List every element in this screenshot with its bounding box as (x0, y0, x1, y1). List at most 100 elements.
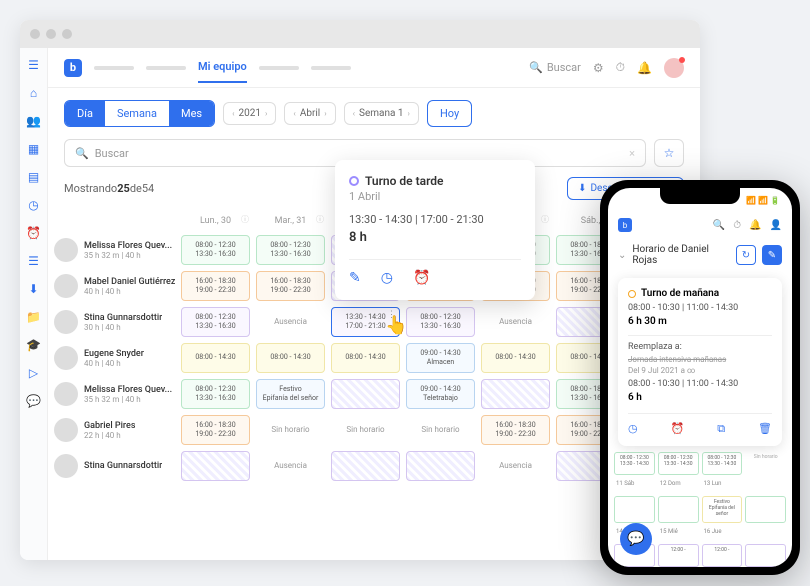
tab-placeholder[interactable] (259, 66, 299, 70)
shift-block[interactable]: 16:00 - 18:3019:00 - 22:30 (481, 415, 550, 445)
view-day[interactable]: Día (65, 101, 105, 126)
shift-block[interactable]: 08:00 - 12:3013:30 - 16:30 (406, 307, 475, 337)
grid-icon[interactable]: ▤ (27, 170, 41, 184)
phone-shift[interactable]: Sin horario (745, 452, 786, 475)
employee-cell[interactable]: Melissa Flores Quev... 35 h 32 m | 40 h (48, 376, 178, 412)
phone-shift[interactable] (614, 496, 655, 523)
clear-icon[interactable]: × (629, 147, 635, 160)
tab-placeholder[interactable] (146, 66, 186, 70)
week-nav[interactable]: ‹Semana 1› (344, 102, 419, 125)
view-week[interactable]: Semana (105, 101, 169, 126)
info-icon[interactable]: ⓘ (316, 214, 324, 225)
edit-button[interactable]: ✎ (762, 245, 782, 265)
phone-shift[interactable]: 08:00 - 12:3013:30 - 14:30 (702, 452, 743, 475)
employee-cell[interactable]: Stina Gunnarsdottir 30 h | 40 h (48, 304, 178, 340)
stopwatch-icon[interactable]: ⏱ (733, 220, 741, 231)
alarm-icon[interactable]: ⏰ (27, 226, 41, 240)
tab-my-team[interactable]: Mi equipo (198, 60, 247, 83)
phone-shift[interactable] (745, 496, 786, 523)
shift-block[interactable]: 08:00 - 14:30 (181, 343, 250, 373)
shift-block[interactable]: 08:00 - 12:3013:30 - 16:30 (181, 307, 250, 337)
clock-icon[interactable]: ◷ (628, 422, 638, 436)
calendar-icon[interactable]: ▦ (27, 142, 41, 156)
clock-icon[interactable]: ◷ (381, 270, 393, 286)
play-icon[interactable]: ▷ (27, 366, 41, 380)
chat-fab[interactable]: 💬 (620, 523, 652, 555)
view-month[interactable]: Mes (169, 101, 214, 126)
shift-block[interactable] (181, 451, 250, 481)
phone-shift[interactable]: FestivoEpifanía del señor (702, 496, 743, 523)
shift-block[interactable]: Ausencia (256, 451, 325, 481)
year-nav[interactable]: ‹2021› (223, 102, 276, 125)
shift-block[interactable]: Sin horario (256, 415, 325, 445)
education-icon[interactable]: 🎓 (27, 338, 41, 352)
chat-icon[interactable]: 💬 (27, 394, 41, 408)
gear-icon[interactable]: ⚙ (593, 61, 604, 75)
shift-block[interactable]: 08:00 - 14:30 (256, 343, 325, 373)
shift-block[interactable]: Ausencia (481, 451, 550, 481)
stopwatch-icon[interactable]: ⏱ (616, 60, 625, 75)
shift-block[interactable]: 16:00 - 18:3019:00 - 22:30 (181, 415, 250, 445)
employee-cell[interactable]: Mabel Daniel Gutiérrez 40 h | 40 h (48, 268, 178, 304)
global-search[interactable]: 🔍 Buscar (529, 61, 581, 74)
tab-placeholder[interactable] (311, 66, 351, 70)
search-icon[interactable]: 🔍 (713, 220, 725, 231)
menu-icon[interactable]: ☰ (27, 58, 41, 72)
team-icon[interactable]: 👥 (27, 114, 41, 128)
shift-block[interactable]: 08:00 - 12:3013:30 - 16:30 (181, 379, 250, 409)
folder-icon[interactable]: 📁 (27, 310, 41, 324)
sync-button[interactable]: ↻ (736, 245, 756, 265)
chevron-down-icon[interactable]: ⌄ (618, 250, 626, 261)
copy-icon[interactable]: ⧉ (717, 422, 725, 436)
info-icon[interactable]: ⓘ (541, 214, 549, 225)
phone-shift[interactable] (658, 496, 699, 523)
user-avatar[interactable] (664, 58, 684, 78)
shift-block[interactable]: Sin horario (331, 415, 400, 445)
trash-icon[interactable]: 🗑 (758, 422, 772, 436)
shift-block[interactable]: 08:00 - 12:3013:30 - 16:30 (181, 235, 250, 265)
shift-block[interactable]: Ausencia (256, 307, 325, 337)
employee-cell[interactable]: Gabriel Pires 22 h | 40 h (48, 412, 178, 448)
employee-cell[interactable]: Melissa Flores Quev... 35 h 32 m | 40 h (48, 232, 178, 268)
info-icon[interactable]: ⓘ (241, 214, 249, 225)
tab-placeholder[interactable] (94, 66, 134, 70)
today-button[interactable]: Hoy (427, 100, 472, 127)
shift-block[interactable]: 08:00 - 14:30 (481, 343, 550, 373)
favorite-button[interactable]: ☆ (654, 139, 684, 167)
clock-icon[interactable]: ◷ (27, 198, 41, 212)
shift-block[interactable]: 16:00 - 18:3019:00 - 22:30 (181, 271, 250, 301)
shift-block[interactable] (331, 451, 400, 481)
phone-shift[interactable] (745, 544, 786, 567)
month-nav[interactable]: ‹Abril› (284, 102, 335, 125)
shift-block[interactable]: 08:00 - 12:3013:30 - 16:30 (256, 235, 325, 265)
shift-block[interactable]: FestivoEpifanía del señor (256, 379, 325, 409)
alarm-icon[interactable]: ⏰ (413, 270, 430, 286)
alarm-icon[interactable]: ⏰ (671, 422, 685, 436)
chrome-close[interactable] (30, 29, 40, 39)
shift-block[interactable] (406, 451, 475, 481)
phone-shift[interactable]: 12:00 - (658, 544, 699, 567)
shift-block[interactable]: 08:00 - 14:30 (331, 343, 400, 373)
shift-block[interactable]: 09:00 - 14:30Teletrabajo (406, 379, 475, 409)
shift-block[interactable]: 16:00 - 18:3019:00 - 22:30 (256, 271, 325, 301)
app-logo[interactable]: b (64, 59, 82, 77)
employee-cell[interactable]: Eugene Snyder 40 h | 40 h (48, 340, 178, 376)
phone-shift[interactable]: 12:00 - (702, 544, 743, 567)
phone-app-logo[interactable]: b (618, 218, 632, 232)
chrome-minimize[interactable] (46, 29, 56, 39)
shift-block[interactable] (481, 379, 550, 409)
home-icon[interactable]: ⌂ (27, 86, 41, 100)
shift-block[interactable]: 09:00 - 14:30Almacen (406, 343, 475, 373)
shift-block[interactable]: Sin horario (406, 415, 475, 445)
bell-icon[interactable]: 🔔 (749, 220, 761, 231)
list-icon[interactable]: ☰ (27, 254, 41, 268)
shift-block[interactable] (331, 379, 400, 409)
avatar-icon[interactable]: 👤 (770, 220, 782, 231)
bell-icon[interactable]: 🔔 (637, 61, 652, 75)
phone-shift[interactable]: 08:00 - 12:3013:30 - 14:30 (658, 452, 699, 475)
shift-block[interactable]: Ausencia (481, 307, 550, 337)
phone-shift[interactable]: 08:00 - 12:3013:30 - 14:30 (614, 452, 655, 475)
chrome-maximize[interactable] (62, 29, 72, 39)
download-icon[interactable]: ⬇ (27, 282, 41, 296)
employee-cell[interactable]: Stina Gunnarsdottir (48, 448, 178, 484)
